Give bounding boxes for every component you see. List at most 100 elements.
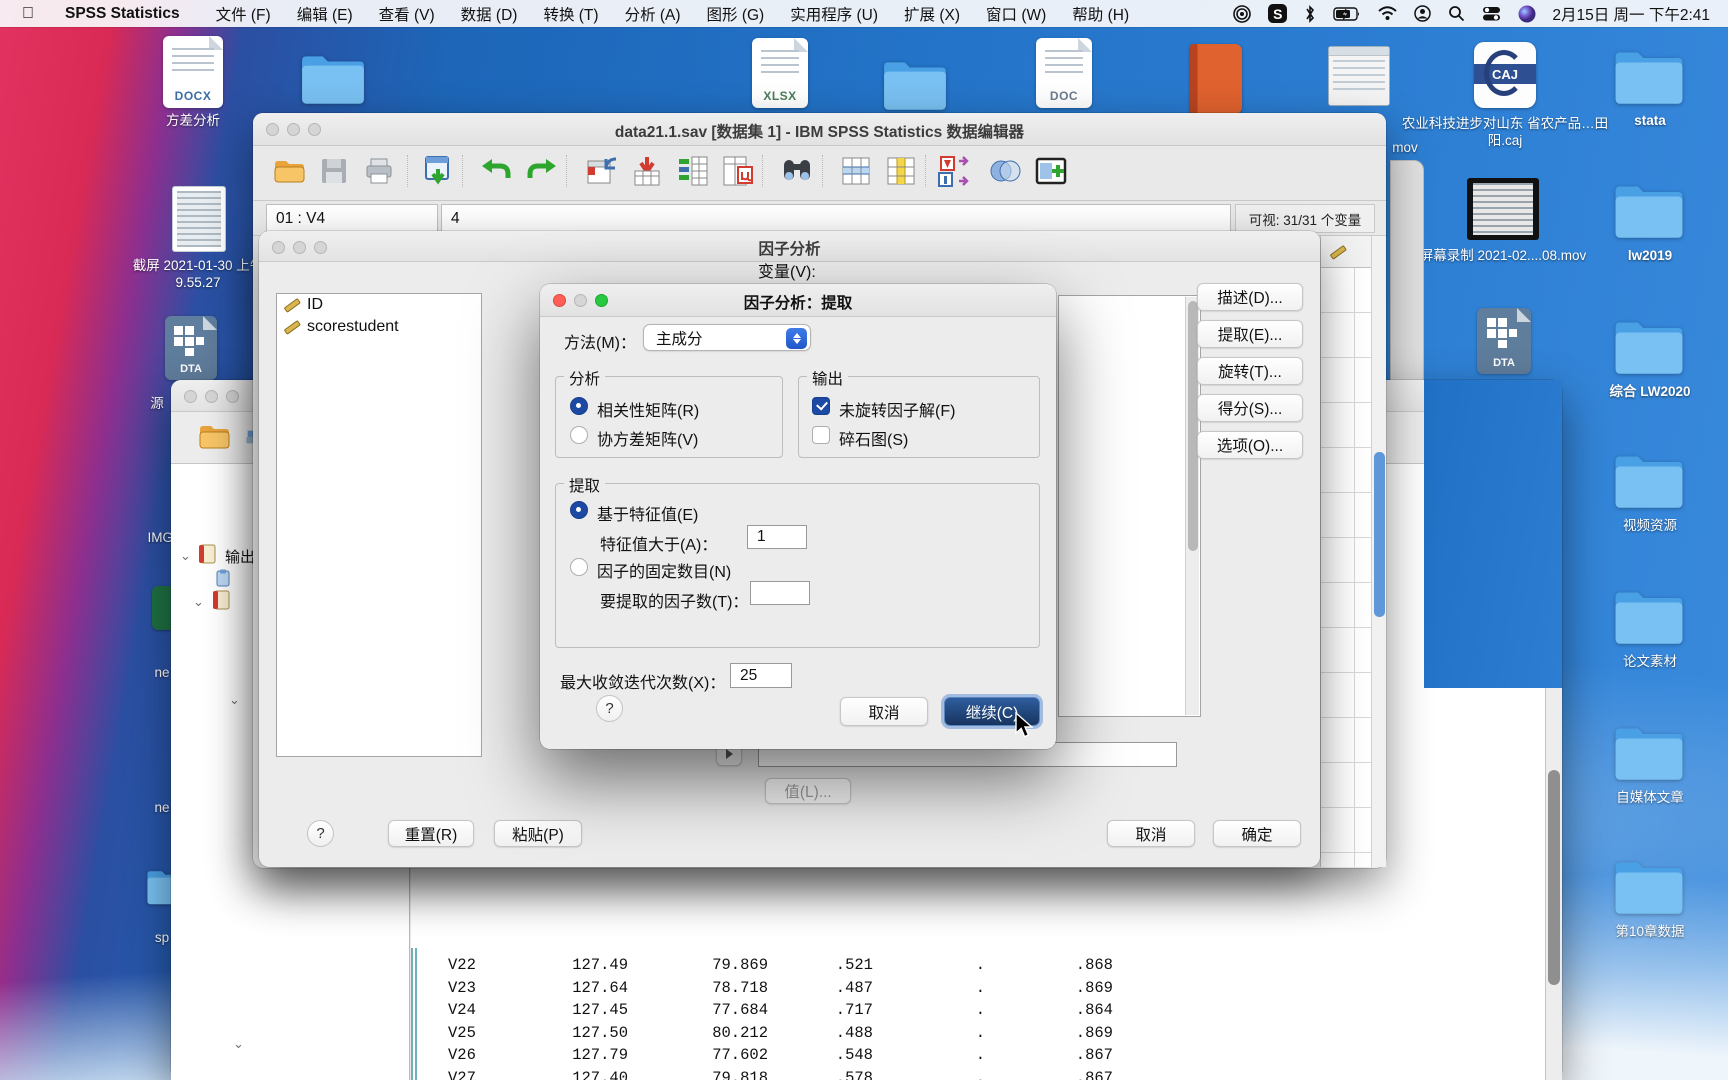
menu-window[interactable]: 窗口 (W) — [973, 3, 1059, 25]
list-item[interactable]: ID — [277, 294, 481, 316]
toolbar-recall-dialogs-icon[interactable] — [420, 153, 456, 189]
toolbar-save-icon[interactable] — [316, 153, 352, 189]
menu-analyze[interactable]: 分析 (A) — [612, 3, 694, 25]
desktop-folder-papers[interactable] — [1612, 588, 1686, 646]
toolbar-undo-icon[interactable] — [478, 153, 514, 189]
source-variable-list[interactable]: ID scorestudent — [276, 293, 482, 757]
list-item[interactable]: scorestudent — [277, 316, 481, 338]
desktop-folder-2[interactable] — [882, 58, 948, 112]
desktop-label-media[interactable]: 自媒体文章 — [1592, 790, 1708, 807]
scree-plot-label[interactable]: 碎石图(S) — [839, 426, 908, 450]
desktop-folder-lw2019[interactable] — [1612, 182, 1686, 240]
toolbar-print-icon[interactable] — [361, 153, 397, 189]
toolbar-value-labels-icon[interactable] — [1034, 153, 1070, 189]
desktop-label-partial-source[interactable]: 源 — [140, 396, 174, 413]
desktop-file-xlsx[interactable]: XLSX — [752, 38, 808, 108]
viewer-open-icon[interactable] — [196, 419, 232, 455]
tree-chevron-icon-4[interactable]: ⌄ — [233, 1036, 244, 1052]
scores-button[interactable]: 得分(S)... — [1197, 394, 1303, 422]
data-grid[interactable] — [1320, 236, 1371, 867]
correlation-matrix-label[interactable]: 相关性矩阵(R) — [597, 397, 699, 421]
shadowsocks-icon[interactable]: S — [1268, 4, 1288, 23]
tree-notebook-icon-2[interactable] — [211, 590, 231, 610]
desktop-folder-lw2020[interactable] — [1612, 318, 1686, 376]
bluetooth-icon[interactable] — [1304, 4, 1316, 23]
toolbar-split-file-icon[interactable] — [936, 153, 972, 189]
toolbar-goto-variable-icon[interactable] — [629, 153, 665, 189]
covariance-matrix-label[interactable]: 协方差矩阵(V) — [597, 426, 698, 450]
extraction-button[interactable]: 提取(E)... — [1197, 320, 1303, 348]
eigenvalue-radio-label[interactable]: 基于特征值(E) — [597, 501, 698, 525]
desktop-file-doc[interactable]: DOC — [1036, 38, 1092, 108]
max-iterations-field[interactable]: 25 — [730, 663, 792, 688]
extraction-cancel-button[interactable]: 取消 — [840, 697, 928, 726]
tree-notebook-icon[interactable] — [197, 544, 217, 564]
siri-icon[interactable] — [1518, 5, 1536, 23]
toolbar-descriptives-icon[interactable] — [720, 153, 756, 189]
toolbar-open-file-icon[interactable] — [271, 153, 307, 189]
desktop-file-dta-left[interactable]: DTA — [165, 316, 217, 380]
tree-log-icon[interactable] — [213, 568, 233, 588]
search-icon[interactable] — [1448, 5, 1465, 22]
desktop-label-caj[interactable]: 农业科技进步对山东 省农产品…田阳.caj — [1400, 116, 1610, 150]
eigenvalue-radio[interactable] — [570, 501, 588, 519]
help-button[interactable]: ? — [307, 820, 334, 847]
desktop-book-icon[interactable] — [1190, 44, 1242, 114]
menu-transform[interactable]: 转换 (T) — [530, 3, 611, 25]
menu-file[interactable]: 文件 (F) — [203, 3, 284, 25]
desktop-file-dta-right[interactable]: DTA — [1477, 308, 1531, 374]
grid-scrollbar-thumb[interactable] — [1374, 452, 1385, 617]
control-center-icon[interactable] — [1482, 6, 1501, 21]
desktop-label-lw2020[interactable]: 综合 LW2020 — [1590, 384, 1710, 401]
factors-to-extract-field[interactable] — [750, 581, 810, 605]
covariance-matrix-radio[interactable] — [570, 426, 588, 444]
value-button[interactable]: 值(L)... — [765, 778, 851, 804]
toolbar-find-icon[interactable] — [779, 153, 815, 189]
desktop-label-screenrec[interactable]: 屏幕录制 2021-02....08.mov — [1398, 248, 1608, 265]
toolbar-weight-cases-icon[interactable] — [987, 153, 1023, 189]
scree-plot-checkbox[interactable] — [812, 426, 830, 444]
apple-menu-icon[interactable]:  — [22, 5, 34, 23]
desktop-label-ch10[interactable]: 第10章数据 — [1592, 924, 1708, 941]
menu-data[interactable]: 数据 (D) — [448, 3, 531, 25]
extraction-dialog-titlebar[interactable]: 因子分析：提取 — [540, 284, 1056, 317]
eigenvalue-field[interactable]: 1 — [747, 525, 807, 549]
tree-chevron-icon[interactable]: ⌄ — [180, 548, 191, 564]
data-editor-titlebar[interactable]: data21.1.sav [数据集 1] - IBM SPSS Statisti… — [253, 113, 1386, 146]
correlation-matrix-radio[interactable] — [570, 397, 588, 415]
desktop-label-video[interactable]: 视频资源 — [1598, 518, 1702, 535]
reset-button[interactable]: 重置(R) — [388, 820, 474, 847]
desktop-file-docx[interactable]: DOCX — [163, 36, 223, 108]
desktop-label-lw2019[interactable]: lw2019 — [1598, 248, 1702, 265]
cell-reference[interactable]: 01 : V4 — [266, 204, 438, 233]
menu-help[interactable]: 帮助 (H) — [1059, 3, 1142, 25]
desktop-label-stata[interactable]: stata — [1598, 113, 1702, 130]
viewer-close-button[interactable] — [184, 390, 197, 403]
app-menu[interactable]: SPSS Statistics — [52, 5, 193, 23]
extraction-help-button[interactable]: ? — [596, 695, 623, 722]
viewer-minimize-button[interactable] — [205, 390, 218, 403]
toolbar-variables-icon[interactable] — [675, 153, 711, 189]
grid-vertical-scrollbar[interactable] — [1371, 236, 1386, 867]
menu-graphs[interactable]: 图形 (G) — [694, 3, 778, 25]
cancel-button[interactable]: 取消 — [1107, 820, 1195, 847]
rotation-button[interactable]: 旋转(T)... — [1197, 357, 1303, 385]
method-dropdown[interactable]: 主成分 — [643, 324, 811, 351]
desktop-folder-media[interactable] — [1612, 724, 1686, 782]
toolbar-redo-icon[interactable] — [524, 153, 560, 189]
menu-edit[interactable]: 编辑 (E) — [284, 3, 366, 25]
account-icon[interactable] — [1414, 5, 1432, 22]
toolbar-insert-variable-icon[interactable] — [883, 153, 919, 189]
airplay-icon[interactable] — [1233, 4, 1252, 23]
menu-view[interactable]: 查看 (V) — [366, 3, 448, 25]
menu-utilities[interactable]: 实用程序 (U) — [777, 3, 891, 25]
paste-button[interactable]: 粘贴(P) — [494, 820, 582, 847]
menu-datetime[interactable]: 2月15日 周一 下午2:41 — [1552, 3, 1710, 25]
battery-icon[interactable] — [1333, 6, 1361, 21]
variables-target-list[interactable] — [1058, 295, 1201, 717]
wifi-icon[interactable] — [1378, 6, 1398, 21]
desktop-file-caj[interactable]: CAJ — [1474, 42, 1536, 108]
desktop-folder-ch10[interactable] — [1612, 858, 1686, 916]
viewer-zoom-button[interactable] — [226, 390, 239, 403]
toolbar-insert-case-icon[interactable] — [838, 153, 874, 189]
